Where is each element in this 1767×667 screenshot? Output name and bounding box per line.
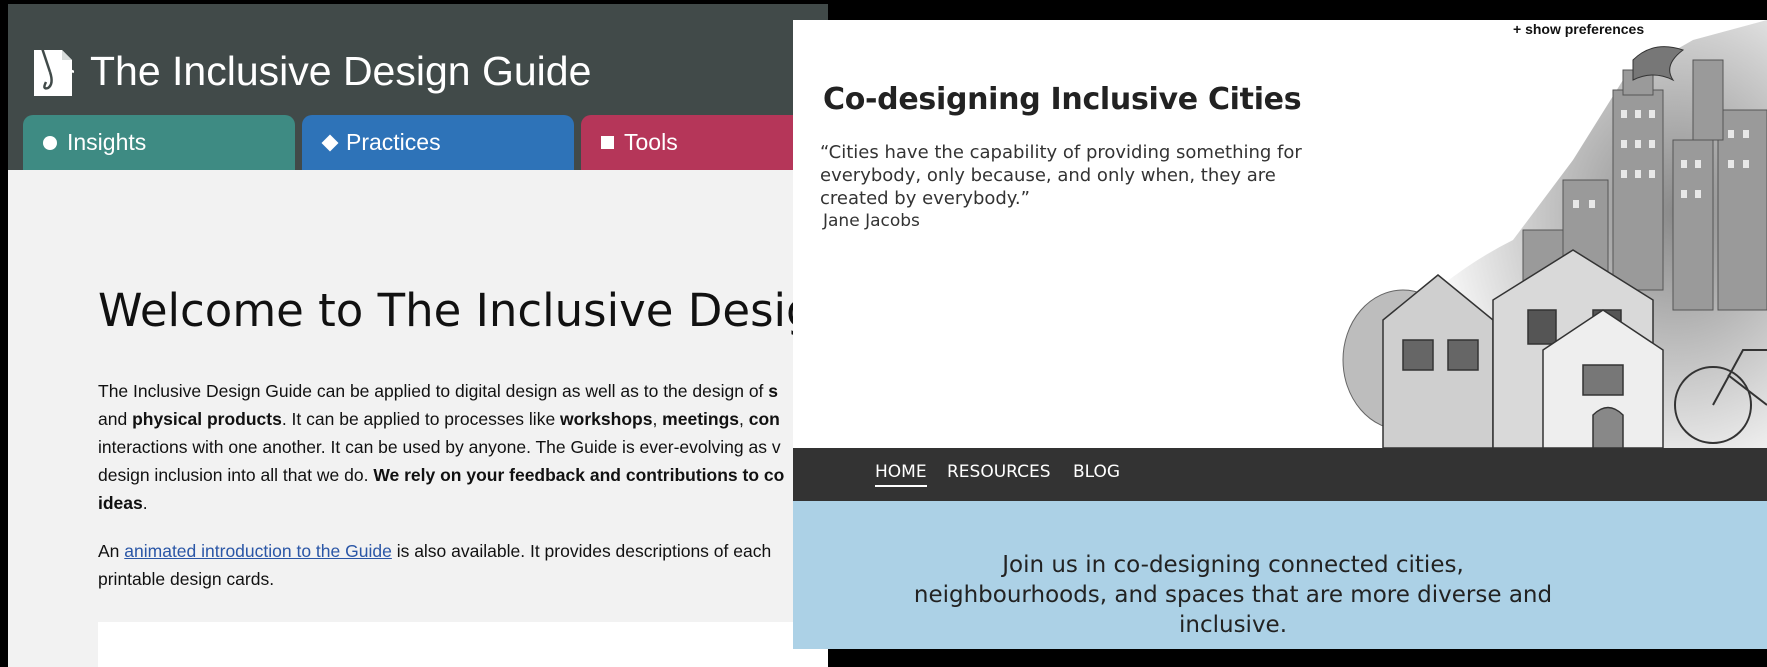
quote-text: “Cities have the capability of providing… bbox=[820, 142, 1302, 209]
intro-bold: s bbox=[768, 381, 779, 401]
diamond-icon bbox=[321, 134, 339, 151]
intro-text: interactions with one another. It can be… bbox=[98, 437, 781, 457]
inclusive-design-guide-window: The Inclusive Design Guide Insights Prac… bbox=[8, 4, 828, 667]
join-banner: Join us in co-designing connected cities… bbox=[793, 501, 1767, 649]
circle-icon bbox=[43, 135, 57, 150]
intro-text: The Inclusive Design Guide can be applie… bbox=[98, 381, 769, 401]
intro-bold: ideas bbox=[98, 493, 143, 513]
intro-bold: We rely on your feedback and contributio… bbox=[373, 465, 785, 485]
main-nav: HOME RESOURCES BLOG bbox=[793, 448, 1767, 501]
join-text: Join us in co-designing connected cities… bbox=[913, 552, 1553, 638]
intro-text: and bbox=[98, 409, 133, 429]
tab-label: Practices bbox=[346, 129, 441, 155]
tab-insights[interactable]: Insights bbox=[23, 115, 295, 170]
welcome-heading: Welcome to The Inclusive Design bbox=[98, 284, 828, 337]
intro-bold: meetings bbox=[662, 409, 739, 429]
tab-label: Tools bbox=[624, 129, 678, 155]
animation-text: An bbox=[98, 541, 125, 561]
intro-text: design inclusion into all that we do. bbox=[98, 465, 374, 485]
animation-text: is also available. It provides descripti… bbox=[391, 541, 772, 561]
animated-introduction-link[interactable]: animated introduction to the Guide bbox=[124, 541, 392, 561]
quote-author: Jane Jacobs bbox=[823, 211, 920, 231]
square-icon bbox=[601, 136, 614, 149]
intro-bold: con bbox=[748, 409, 780, 429]
intro-text: . bbox=[142, 493, 148, 513]
nav-home-link[interactable]: HOME bbox=[875, 462, 927, 487]
tab-practices[interactable]: Practices bbox=[302, 115, 574, 170]
inclusive-cities-window: + show preferences Co-designing Inclusiv… bbox=[793, 20, 1767, 649]
intro-bold: physical products bbox=[132, 409, 282, 429]
show-preferences-link[interactable]: + show preferences bbox=[1513, 21, 1644, 37]
animation-text: printable design cards. bbox=[98, 569, 275, 589]
animation-paragraph: An animated introduction to the Guide is… bbox=[98, 537, 828, 593]
intro-text: , bbox=[652, 409, 663, 429]
tab-tools[interactable]: Tools bbox=[581, 115, 828, 170]
intro-text: , bbox=[739, 409, 749, 429]
site-title[interactable]: The Inclusive Design Guide bbox=[90, 48, 591, 95]
intro-paragraph: The Inclusive Design Guide can be applie… bbox=[98, 377, 828, 517]
intro-bold: workshops bbox=[560, 409, 653, 429]
page-title: Co-designing Inclusive Cities bbox=[823, 82, 1302, 117]
guide-logo-icon[interactable] bbox=[30, 42, 74, 98]
content-card bbox=[98, 622, 828, 667]
nav-blog-link[interactable]: BLOG bbox=[1073, 462, 1120, 485]
intro-text: . It can be applied to processes like bbox=[281, 409, 561, 429]
site-header: The Inclusive Design Guide Insights Prac… bbox=[8, 4, 828, 170]
nav-resources-link[interactable]: RESOURCES bbox=[947, 462, 1051, 485]
tab-label: Insights bbox=[67, 129, 147, 155]
